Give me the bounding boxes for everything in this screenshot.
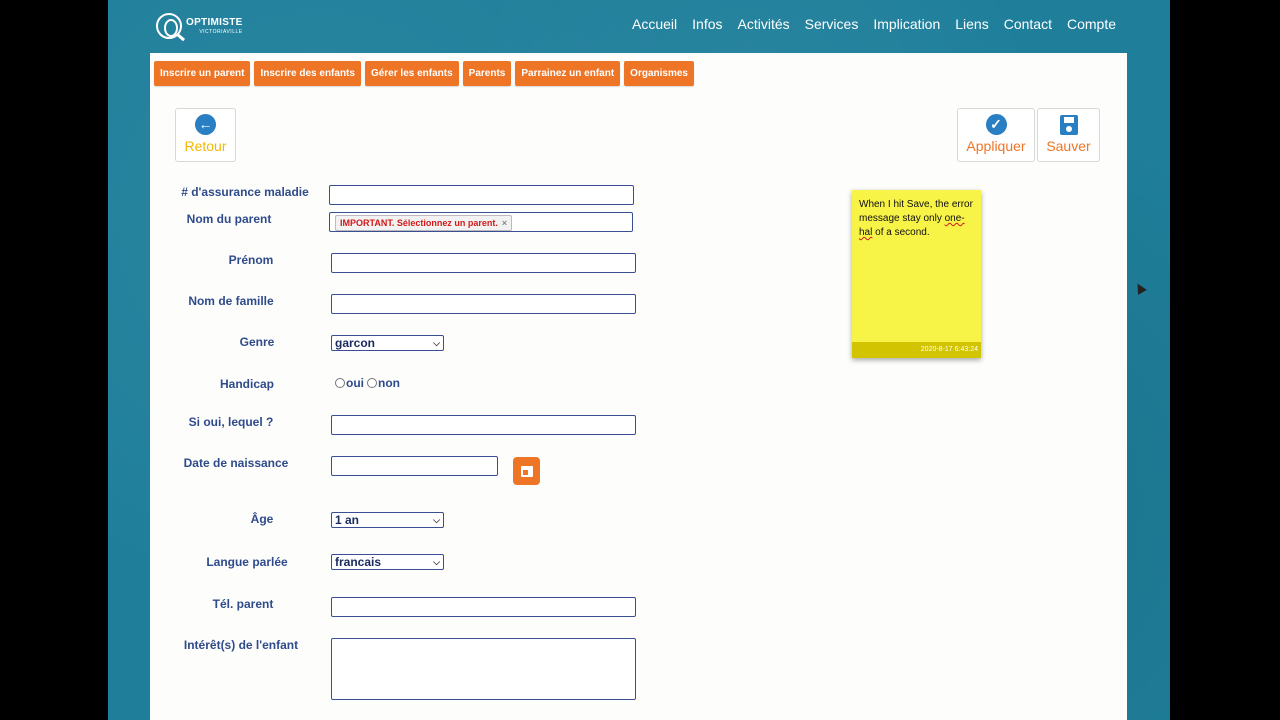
page-background: OPTIMISTE VICTORIAVILLE Accueil Infos Ac… (108, 0, 1170, 720)
age-value: 1 an (335, 513, 360, 527)
parent-phone-input[interactable] (331, 597, 636, 617)
apply-button[interactable]: ✓ Appliquer (957, 108, 1035, 162)
subnav-organismes[interactable]: Organismes (624, 61, 694, 86)
sticky-note[interactable]: When I hit Save, the error message stay … (852, 190, 981, 358)
note-text-part-2: of a second. (872, 227, 930, 238)
handicap-yes-radio[interactable] (335, 378, 345, 388)
first-name-label: Prénom (228, 253, 274, 267)
brand-name: OPTIMISTE (186, 16, 243, 28)
site-logo[interactable]: OPTIMISTE VICTORIAVILLE (156, 12, 243, 40)
nav-liens[interactable]: Liens (955, 16, 988, 32)
nav-infos[interactable]: Infos (692, 16, 722, 32)
optimist-logo-icon (156, 13, 182, 39)
parent-phone-label: Tél. parent (212, 597, 274, 611)
parent-name-label: Nom du parent (186, 212, 272, 226)
birthdate-label: Date de naissance (183, 456, 289, 470)
handicap-no-label: non (378, 376, 400, 390)
age-select[interactable]: 1 an ⌵ (331, 512, 444, 528)
sub-navigation: Inscrire un parent Inscrire des enfants … (154, 61, 694, 86)
subnav-inscrire-parent[interactable]: Inscrire un parent (154, 61, 251, 86)
back-button[interactable]: ← Retour (175, 108, 236, 162)
chevron-down-icon: ⌵ (433, 557, 440, 567)
handicap-no-radio[interactable] (367, 378, 377, 388)
health-insurance-label: # d'assurance maladie (181, 185, 309, 199)
back-button-label: Retour (184, 138, 227, 154)
interests-textarea[interactable] (331, 638, 636, 700)
gender-label: Genre (239, 335, 275, 349)
last-name-input[interactable] (331, 294, 636, 314)
main-panel: Inscrire un parent Inscrire des enfants … (150, 53, 1127, 720)
sticky-note-timestamp: 2020-8-17 6:43:24 (852, 342, 981, 358)
interests-label: Intérêt(s) de l'enfant (183, 638, 299, 652)
handicap-label: Handicap (219, 377, 274, 391)
apply-button-label: Appliquer (966, 138, 1026, 154)
nav-contact[interactable]: Contact (1004, 16, 1052, 32)
nav-compte[interactable]: Compte (1067, 16, 1116, 32)
health-insurance-input[interactable] (329, 185, 634, 205)
handicap-yes-label: oui (346, 376, 364, 390)
subnav-gerer-enfants[interactable]: Gérer les enfants (364, 61, 459, 86)
language-select[interactable]: francais ⌵ (331, 554, 444, 570)
chevron-down-icon: ⌵ (433, 515, 440, 525)
top-navigation: Accueil Infos Activités Services Implica… (632, 16, 1116, 32)
chip-close-icon[interactable]: × (502, 218, 507, 228)
nav-services[interactable]: Services (805, 16, 859, 32)
subnav-inscrire-enfants[interactable]: Inscrire des enfants (254, 61, 361, 86)
handicap-which-label: Si oui, lequel ? (188, 415, 274, 429)
birthdate-input[interactable] (331, 456, 498, 476)
age-label: Âge (250, 512, 274, 526)
nav-accueil[interactable]: Accueil (632, 16, 677, 32)
chevron-down-icon: ⌵ (433, 338, 440, 348)
last-name-label: Nom de famille (188, 294, 274, 308)
checkmark-icon: ✓ (985, 114, 1007, 135)
save-button-label: Sauver (1046, 138, 1091, 154)
handicap-which-input[interactable] (331, 415, 636, 435)
subnav-parents[interactable]: Parents (462, 61, 512, 86)
brand-sub: VICTORIAVILLE (199, 28, 243, 35)
gender-select[interactable]: garcon ⌵ (331, 335, 444, 351)
language-label: Langue parlée (206, 555, 288, 569)
parent-required-chip: IMPORTANT. Sélectionnez un parent. × (335, 215, 513, 231)
parent-chip-text: IMPORTANT. Sélectionnez un parent. (340, 218, 498, 228)
calendar-icon (520, 465, 533, 477)
nav-activites[interactable]: Activités (738, 16, 790, 32)
calendar-button[interactable] (513, 457, 540, 485)
floppy-disk-icon (1059, 115, 1078, 135)
gender-value: garcon (335, 336, 376, 350)
subnav-parrainez-enfant[interactable]: Parrainez un enfant (515, 61, 621, 86)
save-button[interactable]: Sauver (1037, 108, 1100, 162)
handicap-radio-group: oui non (335, 376, 400, 390)
sticky-note-text: When I hit Save, the error message stay … (852, 190, 981, 248)
nav-implication[interactable]: Implication (873, 16, 940, 32)
parent-name-select[interactable]: IMPORTANT. Sélectionnez un parent. × (329, 212, 633, 232)
mouse-cursor-icon (1133, 281, 1147, 295)
language-value: francais (335, 555, 382, 569)
first-name-input[interactable] (331, 253, 636, 273)
arrow-left-icon: ← (195, 114, 216, 135)
